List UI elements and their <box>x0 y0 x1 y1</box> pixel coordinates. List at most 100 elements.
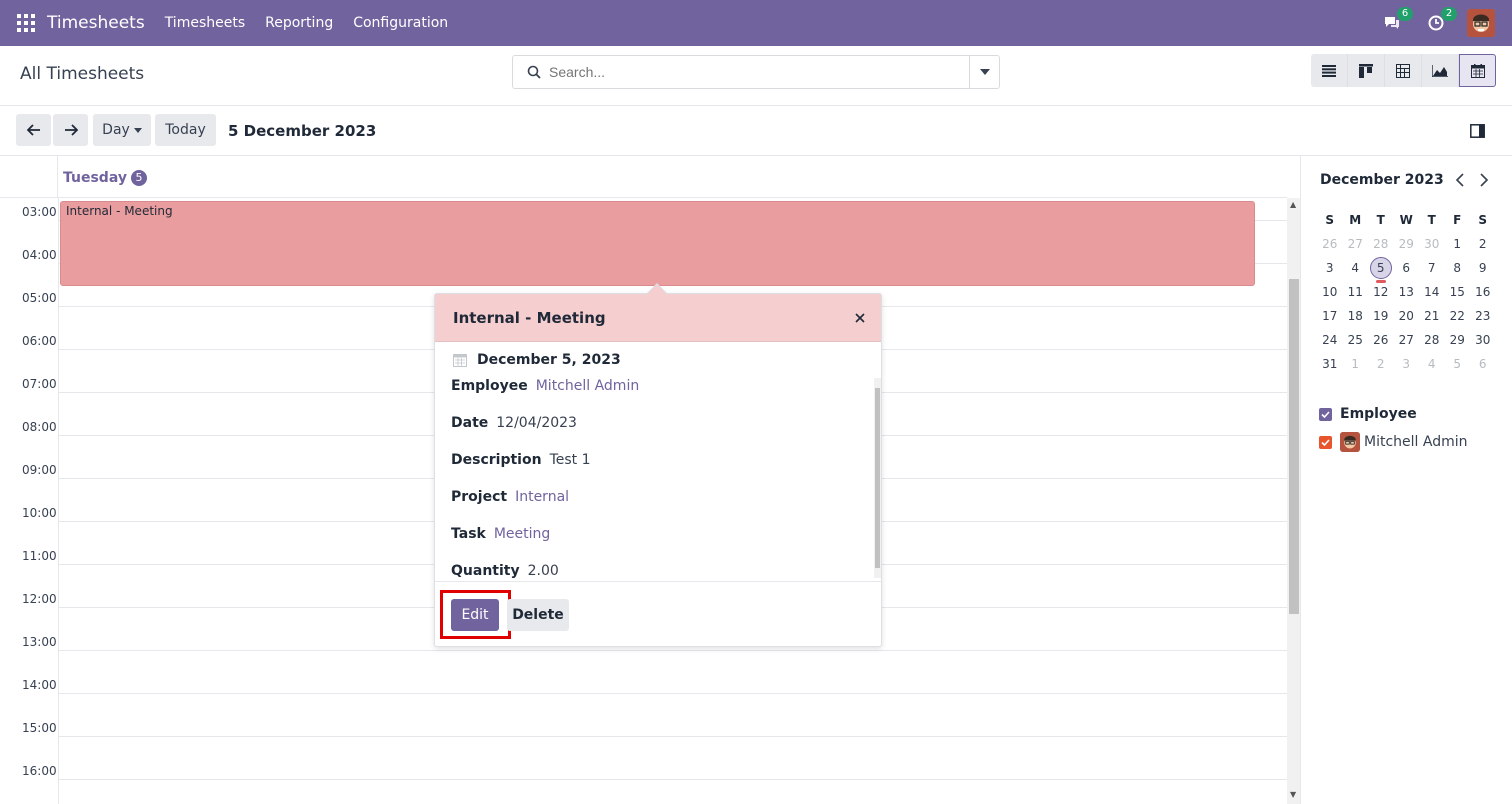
mini-day[interactable]: 6 <box>1470 357 1496 371</box>
edit-button[interactable]: Edit <box>451 599 499 631</box>
mini-day[interactable]: 27 <box>1394 333 1420 347</box>
close-icon[interactable] <box>855 308 865 327</box>
user-avatar[interactable] <box>1467 9 1495 37</box>
mini-day[interactable]: 28 <box>1419 333 1445 347</box>
mini-day[interactable]: 30 <box>1419 237 1445 251</box>
calendar-scrollbar[interactable]: ▲ ▼ <box>1287 198 1300 804</box>
mini-day[interactable]: 3 <box>1317 261 1343 275</box>
mini-day[interactable]: 2 <box>1470 237 1496 251</box>
mini-day[interactable]: 4 <box>1343 261 1369 275</box>
mini-day[interactable]: 21 <box>1419 309 1445 323</box>
mini-day[interactable]: 5 <box>1445 357 1471 371</box>
mini-day[interactable]: 30 <box>1470 333 1496 347</box>
scrollbar-thumb[interactable] <box>1289 279 1299 614</box>
day-column-header[interactable]: Tuesday 5 <box>63 170 147 186</box>
mini-day[interactable]: 28 <box>1368 237 1394 251</box>
popover-body: December 5, 2023 Employee Mitchell Admin D… <box>435 342 881 580</box>
app-grid-icon[interactable] <box>17 14 35 32</box>
kanban-view-button[interactable] <box>1348 54 1385 87</box>
mini-day[interactable]: 20 <box>1394 309 1420 323</box>
filter-section-employee[interactable]: Employee <box>1319 406 1417 422</box>
mini-day[interactable]: 1 <box>1343 357 1369 371</box>
menu-reporting[interactable]: Reporting <box>265 15 333 31</box>
pivot-view-button[interactable] <box>1385 54 1422 87</box>
mini-prev-month-button[interactable] <box>1455 172 1465 191</box>
mini-day[interactable]: 24 <box>1317 333 1343 347</box>
mini-day[interactable]: 29 <box>1394 237 1420 251</box>
event-popover: Internal - Meeting December 5, 2023 Empl… <box>434 283 882 647</box>
filter-item-checkbox[interactable] <box>1319 435 1332 449</box>
mini-next-month-button[interactable] <box>1479 172 1489 191</box>
mini-day[interactable]: 3 <box>1394 357 1420 371</box>
delete-button[interactable]: Delete <box>507 599 569 631</box>
mini-day[interactable]: 23 <box>1470 309 1496 323</box>
mini-day[interactable]: 29 <box>1445 333 1471 347</box>
filter-item-label: Mitchell Admin <box>1364 434 1468 450</box>
scroll-up-arrow-icon[interactable]: ▲ <box>1290 200 1296 209</box>
field-value[interactable]: Meeting <box>494 526 550 542</box>
today-button[interactable]: Today <box>155 114 216 146</box>
mini-day[interactable]: 14 <box>1419 285 1445 299</box>
scroll-down-arrow-icon[interactable]: ▼ <box>1290 790 1296 799</box>
mini-day[interactable]: 11 <box>1343 285 1369 299</box>
mini-day[interactable]: 31 <box>1317 357 1343 371</box>
menu-timesheets[interactable]: Timesheets <box>165 15 245 31</box>
calendar-event[interactable]: Internal - Meeting <box>60 201 1255 286</box>
filter-section-checkbox[interactable] <box>1319 407 1332 421</box>
mini-day[interactable]: 6 <box>1394 261 1420 275</box>
mini-day-selected[interactable]: 5 <box>1368 257 1394 283</box>
search-icon <box>519 65 549 79</box>
mini-day[interactable]: 8 <box>1445 261 1471 275</box>
mini-day-number: 31 <box>1322 357 1338 371</box>
mini-day[interactable]: 18 <box>1343 309 1369 323</box>
hour-label: 07:00 <box>22 377 57 391</box>
filter-item-mitchell-admin[interactable]: Mitchell Admin <box>1319 432 1468 452</box>
next-button[interactable] <box>53 114 88 146</box>
messages-button[interactable]: 6 <box>1379 7 1413 36</box>
mini-day[interactable]: 15 <box>1445 285 1471 299</box>
mini-day[interactable]: 27 <box>1343 237 1369 251</box>
mini-day[interactable]: 16 <box>1470 285 1496 299</box>
mini-day[interactable]: 22 <box>1445 309 1471 323</box>
mini-day[interactable]: 13 <box>1394 285 1420 299</box>
mini-day[interactable]: 12 <box>1368 285 1394 299</box>
mini-day[interactable]: 4 <box>1419 357 1445 371</box>
mini-day-number: 26 <box>1373 333 1389 347</box>
mini-day-number: 25 <box>1347 333 1363 347</box>
popover-date: December 5, 2023 <box>453 352 621 368</box>
previous-button[interactable] <box>16 114 51 146</box>
mini-day-number: 28 <box>1373 237 1389 251</box>
mini-day-number: 5 <box>1369 257 1392 279</box>
calendar-view-button[interactable] <box>1459 54 1496 87</box>
graph-view-button[interactable] <box>1422 54 1459 87</box>
app-brand[interactable]: Timesheets <box>47 13 145 33</box>
search-options-toggle[interactable] <box>969 56 999 88</box>
mini-day[interactable]: 26 <box>1317 237 1343 251</box>
mini-day[interactable]: 9 <box>1470 261 1496 275</box>
mini-day[interactable]: 10 <box>1317 285 1343 299</box>
popover-field-task: Task Meeting <box>451 526 550 542</box>
search-input[interactable] <box>549 57 969 87</box>
mini-day[interactable]: 2 <box>1368 357 1394 371</box>
mini-day-number: 11 <box>1347 285 1363 299</box>
top-navbar: Timesheets Timesheets Reporting Configur… <box>0 0 1512 46</box>
mini-day[interactable]: 25 <box>1343 333 1369 347</box>
list-view-button[interactable] <box>1311 54 1348 87</box>
scale-dropdown[interactable]: Day <box>93 114 151 146</box>
mini-day[interactable]: 26 <box>1368 333 1394 347</box>
field-value[interactable]: Mitchell Admin <box>536 378 640 394</box>
weekday-header: S <box>1478 213 1488 227</box>
activities-button[interactable]: 2 <box>1423 7 1457 36</box>
menu-configuration[interactable]: Configuration <box>353 15 448 31</box>
side-panel-toggle[interactable] <box>1470 123 1485 142</box>
mini-day[interactable]: 19 <box>1368 309 1394 323</box>
mini-day[interactable]: 17 <box>1317 309 1343 323</box>
mini-day-number: 2 <box>1376 357 1385 371</box>
mini-day[interactable]: 1 <box>1445 237 1471 251</box>
mini-day-number: 13 <box>1398 285 1414 299</box>
field-value[interactable]: Internal <box>515 489 569 505</box>
weekday-header: T <box>1427 213 1436 227</box>
popover-scrollbar[interactable] <box>874 378 881 578</box>
mini-day[interactable]: 7 <box>1419 261 1445 275</box>
check-icon <box>1321 410 1330 418</box>
